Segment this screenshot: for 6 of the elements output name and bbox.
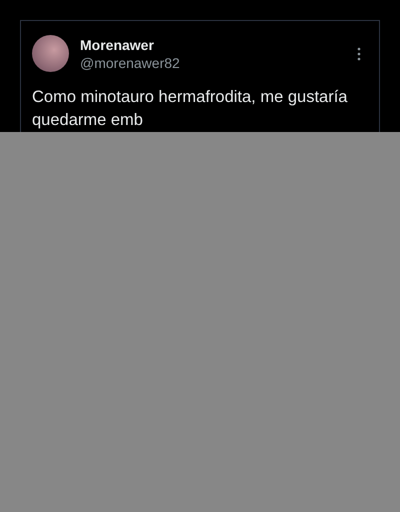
- tweet-text-line: quedarme emb: [32, 110, 144, 131]
- avatar[interactable]: [32, 35, 69, 72]
- tweet-text-line: Como minotauro hermafrodita, me gustaría: [32, 87, 348, 108]
- display-name: Morenawer: [80, 36, 155, 52]
- user-handle: @morenawer82: [80, 54, 181, 70]
- more-options-icon[interactable]: [357, 46, 361, 60]
